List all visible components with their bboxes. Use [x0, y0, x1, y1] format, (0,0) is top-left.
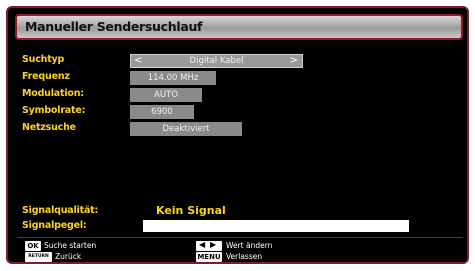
menu-title: Manueller Sendersuchlauf	[25, 19, 203, 34]
network-search-field[interactable]: Deaktiviert	[130, 122, 242, 136]
frequency-field[interactable]: 114.00 MHz	[130, 71, 216, 85]
search-type-selector[interactable]: < Digital Kabel >	[130, 54, 303, 68]
signal-level-bar	[143, 220, 409, 232]
change-value-hint: Wert ändern	[226, 241, 273, 250]
setting-label: Frequenz	[22, 71, 70, 82]
arrow-right-icon[interactable]: >	[290, 55, 298, 67]
setting-frequency[interactable]: Frequenz 114.00 MHz	[22, 71, 462, 85]
menu-key-icon: MENU	[196, 252, 222, 262]
ok-hint: Suche starten	[44, 241, 97, 250]
setting-label: Suchtyp	[22, 54, 65, 65]
key-left-arrow-icon: ◀	[199, 240, 206, 249]
left-right-key-icon: ◀ ▶	[196, 240, 222, 251]
tv-screen: Manueller Sendersuchlauf Suchtyp < Digit…	[0, 0, 475, 271]
ok-key-icon: OK	[25, 241, 41, 251]
return-key-icon: RETURN	[25, 252, 52, 262]
search-type-value: Digital Kabel	[189, 56, 244, 66]
signal-quality-label: Signalqualität:	[22, 205, 99, 216]
signal-quality-row: Signalqualität:	[22, 205, 142, 219]
signal-quality-value: Kein Signal	[156, 204, 226, 217]
setting-search-type[interactable]: Suchtyp < Digital Kabel >	[22, 54, 462, 68]
setting-label: Symbolrate:	[22, 105, 86, 116]
setting-network-search[interactable]: Netzsuche Deaktiviert	[22, 122, 462, 136]
exit-hint: Verlassen	[226, 252, 263, 261]
return-hint: Zurück	[55, 252, 82, 261]
signal-level-label: Signalpegel:	[22, 220, 87, 231]
arrow-left-icon[interactable]: <	[134, 55, 142, 67]
setting-symbol-rate[interactable]: Symbolrate: 6900	[22, 105, 462, 119]
symbol-rate-field[interactable]: 6900	[130, 105, 194, 119]
signal-level-row: Signalpegel:	[22, 220, 142, 234]
key-right-arrow-icon: ▶	[210, 240, 217, 249]
title-bar: Manueller Sendersuchlauf	[15, 14, 463, 40]
modulation-field[interactable]: AUTO	[130, 88, 202, 102]
footer-divider	[17, 237, 463, 238]
setting-label: Netzsuche	[22, 122, 76, 133]
setting-modulation[interactable]: Modulation: AUTO	[22, 88, 462, 102]
menu-panel: Manueller Sendersuchlauf Suchtyp < Digit…	[6, 6, 469, 264]
setting-label: Modulation:	[22, 88, 84, 99]
